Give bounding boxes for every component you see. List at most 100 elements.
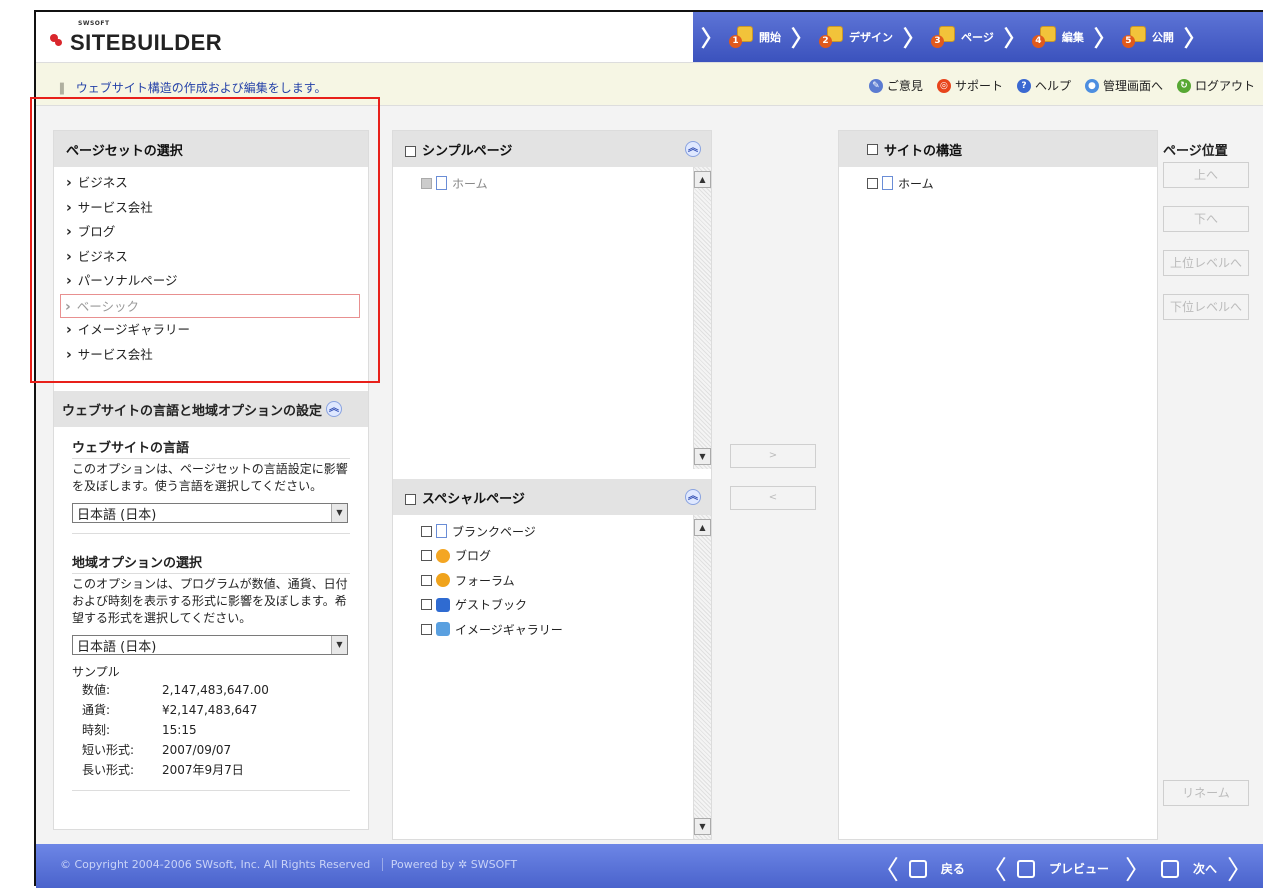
simple-scrollbar[interactable]: ▲ ▼ [693,167,711,469]
swsoft-logo-icon [50,32,64,46]
select-all-special-checkbox[interactable] [405,493,416,505]
chevron-down-icon[interactable]: ▼ [331,636,347,654]
select-all-simple-checkbox[interactable] [405,145,416,157]
toplink-label: ご意見 [886,79,923,93]
divider [72,790,350,791]
step-icon: 1 [729,26,755,48]
wizard-step-5[interactable]: 〉 5 公開 [1094,21,1174,53]
level-down-button[interactable]: 下位レベルへ [1163,294,1249,320]
toplink-3[interactable]: ? ヘルプ [1016,77,1071,94]
level-up-button[interactable]: 上位レベルへ [1163,250,1249,276]
wizard-step-2[interactable]: 〉 2 デザイン [791,21,893,53]
step-number: 4 [1031,35,1045,48]
toplink-icon: ✎ [868,78,883,93]
add-page-button[interactable]: > [730,444,816,468]
chevron-down-icon[interactable]: ▼ [331,504,347,522]
chevron-right-icon: 〉 [701,27,724,52]
toplink-icon: ↻ [1176,78,1191,93]
step-icon: 4 [1031,26,1058,48]
header: SITEBUILDER SWSOFT 〉 1 開始〉 2 デザイン〉 3 ページ〉 4 編集〉 5… [36,12,1263,62]
toplink-5[interactable]: ↻ ログアウト [1176,77,1255,94]
logo: SITEBUILDER [50,22,222,56]
toplink-4[interactable]: ● 管理画面へ [1084,77,1163,94]
page-checkbox[interactable] [421,525,432,537]
back-button[interactable]: 〈 戻る [873,850,965,887]
step-icon: 5 [1121,26,1148,48]
wizard-steps: 〉 1 開始〉 2 デザイン〉 3 ページ〉 4 編集〉 5 公開〉 [693,12,1263,62]
site-language-select[interactable]: 日本語 (日本) ▼ [72,503,348,523]
page-checkbox[interactable] [421,574,432,586]
site-structure-panel: サイトの構造 ホーム [838,130,1158,840]
list-item[interactable]: フォーラム [393,568,711,593]
chevron-right-icon: 〉 [1093,27,1116,52]
scroll-down-icon[interactable]: ▼ [694,818,711,835]
collapse-icon[interactable]: ︽ [685,489,701,505]
move-up-button[interactable]: 上へ [1163,162,1249,188]
site-language-section: ウェブサイトの言語 このオプションは、ページセットの言語設定に影響を及ぼします。… [54,427,368,523]
chevron-right-icon: 〉 [1183,27,1206,52]
blog-icon [436,548,450,563]
powered-by: Powered by ✲ SWSOFT [381,858,518,871]
preview-button[interactable]: 〈 プレビュー [981,850,1109,887]
step-number: 2 [819,35,833,48]
page-library-panel: シンプルページ ︽ ホーム ▲ ▼ スペシャルページ ︽ ブランクページ ブログフ… [392,130,712,840]
wizard-step-4[interactable]: 〉 4 編集 [1004,21,1084,53]
next-button[interactable]: 〉 次へ 〉 [1125,850,1253,887]
move-down-button[interactable]: 下へ [1163,206,1249,232]
footer-nav: 〈 戻る 〈 プレビュー 〉 次へ 〉 [857,850,1253,887]
highlight-annotation [30,97,380,383]
toplink-label: ヘルプ [1034,79,1071,93]
page-checkbox[interactable] [421,550,432,562]
wizard-step-1[interactable]: 〉 1 開始 [701,21,781,53]
toplink-1[interactable]: ✎ ご意見 [868,77,923,94]
wizard-step-label: 開始 [759,31,782,44]
page-icon [882,176,893,191]
select-all-structure-checkbox[interactable] [867,143,878,155]
list-item[interactable]: ブログ [393,544,711,569]
sample-value: 15:15 [162,723,197,737]
sample-row: 短い形式: 2007/09/07 [72,740,350,760]
rename-button[interactable]: リネーム [1163,780,1249,806]
page-checkbox[interactable] [421,177,432,189]
scroll-up-icon[interactable]: ▲ [694,519,711,536]
page-checkbox[interactable] [867,177,878,189]
list-item[interactable]: ゲストブック [393,593,711,618]
list-item[interactable]: イメージギャラリー [393,617,711,642]
special-scrollbar[interactable]: ▲ ▼ [693,515,711,839]
remove-page-button[interactable]: < [730,486,816,510]
site-language-value: 日本語 (日本) [77,507,157,523]
language-section-header[interactable]: ウェブサイトの言語と地域オプションの設定 ︽ [54,391,368,427]
sample-value: ¥2,147,483,647 [162,703,258,717]
collapse-icon[interactable]: ︽ [326,401,343,417]
copyright: © Copyright 2004-2006 SWsoft, Inc. All R… [60,858,518,871]
preview-label: プレビュー [1048,862,1109,876]
page-checkbox[interactable] [421,623,432,635]
chevron-left-icon: 〈 [980,856,1007,886]
wizard-step-3[interactable]: 〉 3 ページ [903,21,994,53]
sample-key: 短い形式: [82,743,135,757]
toplink-2[interactable]: ◎ サポート [936,77,1003,94]
logo-small-text: SWSOFT [78,20,110,27]
scroll-up-icon[interactable]: ▲ [694,171,711,188]
page-label: フォーラム [455,573,515,588]
scroll-down-icon[interactable]: ▼ [694,448,711,465]
sample-list: 数値: 2,147,483,647.00 通貨: ¥2,147,483,647 時刻: 1… [72,680,350,780]
toplink-icon: ◎ [936,78,951,93]
wizard-step-label: デザイン [849,31,894,44]
sample-key: 時刻: [82,723,111,737]
page-label: ブログ [455,549,492,564]
page-label: ゲストブック [455,598,528,613]
list-item[interactable]: ホーム [393,171,711,196]
collapse-icon[interactable]: ︽ [685,141,701,157]
page-checkbox[interactable] [421,599,432,611]
copyright-text: © Copyright 2004-2006 SWsoft, Inc. All R… [60,858,371,871]
region-desc: このオプションは、プログラムが数値、通貨、日付および時刻を表示する形式に影響を及… [72,577,348,625]
sample-value: 2,147,483,647.00 [162,683,269,697]
toplink-label: 管理画面へ [1102,79,1163,93]
page-label: イメージギャラリー [455,622,563,637]
step-number: 1 [729,35,743,48]
region-select[interactable]: 日本語 (日本) ▼ [72,635,348,655]
list-item[interactable]: ブランクページ [393,519,711,544]
list-item[interactable]: ホーム [839,171,1157,196]
special-pages-list: ブランクページブログフォーラムゲストブックイメージギャラリー [393,519,711,642]
